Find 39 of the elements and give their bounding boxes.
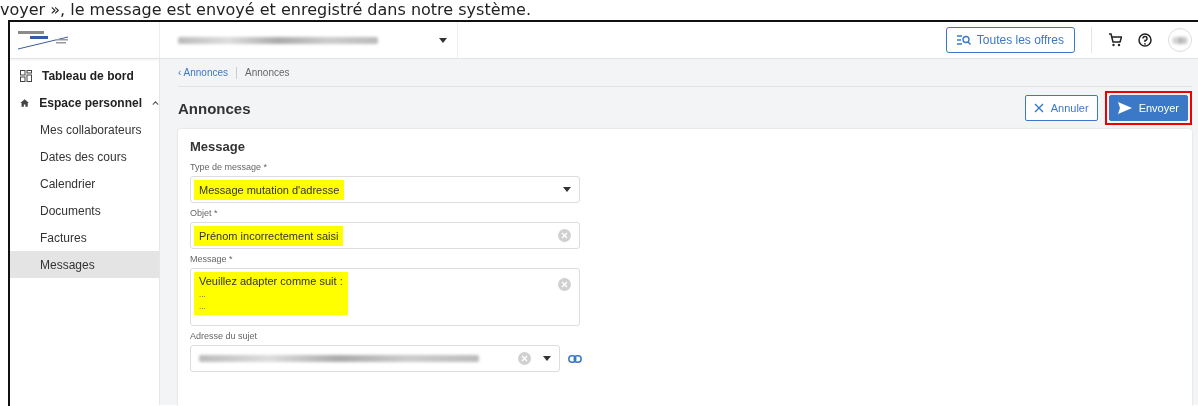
sidebar-item[interactable]: Documents (10, 197, 159, 224)
sidebar-item[interactable]: Espace personnel (10, 89, 159, 116)
page-title: Annonces (178, 99, 251, 117)
caret-icon (543, 356, 551, 361)
link-icon[interactable] (568, 354, 582, 363)
clear-icon[interactable] (518, 352, 531, 365)
breadcrumb-link[interactable]: ‹ Annonces (178, 67, 229, 78)
field-label: Type de message * (190, 162, 269, 172)
sidebar-item[interactable]: Calendrier (10, 170, 159, 197)
home-icon (20, 96, 30, 109)
field-label: Message * (190, 254, 234, 264)
caption-text: voyer », le message est envoyé et enregistré dans notre système. (0, 0, 533, 20)
cart-icon[interactable] (1108, 33, 1122, 47)
send-button[interactable]: Envoyer (1108, 95, 1188, 121)
clear-icon[interactable] (558, 278, 571, 291)
sidebar-item[interactable]: Messages (10, 251, 159, 278)
caret-icon (563, 187, 571, 192)
sidebar-item[interactable]: Dates des cours (10, 143, 159, 170)
cancel-button[interactable]: Annuler (1024, 95, 1098, 121)
clear-icon[interactable] (558, 229, 571, 242)
caret-icon (439, 37, 447, 43)
message-field[interactable]: Veuillez adapter comme suit : ... ... (190, 268, 580, 326)
send-icon (1117, 102, 1132, 114)
chevron-icon (152, 99, 159, 106)
field-label: Objet * (190, 208, 219, 218)
select-field[interactable]: Message mutation d'adresse (190, 176, 580, 203)
dashboard-icon (20, 69, 32, 82)
breadcrumb-text: Annonces (245, 67, 290, 78)
input-field[interactable]: Prénom incorrectement saisi (190, 222, 580, 249)
search-list-icon (956, 35, 971, 45)
card-title: Message (190, 139, 246, 154)
field-label: Adresse du sujet (190, 331, 259, 341)
offers-button[interactable]: Toutes les offres (945, 27, 1075, 53)
select-field[interactable] (190, 345, 560, 372)
sidebar-item[interactable]: Mes collaborateurs (10, 116, 159, 143)
sidebar-item[interactable]: Tableau de bord (10, 62, 159, 89)
help-icon[interactable] (1138, 33, 1152, 47)
sidebar-item[interactable]: Factures (10, 224, 159, 251)
close-icon (1033, 103, 1044, 113)
